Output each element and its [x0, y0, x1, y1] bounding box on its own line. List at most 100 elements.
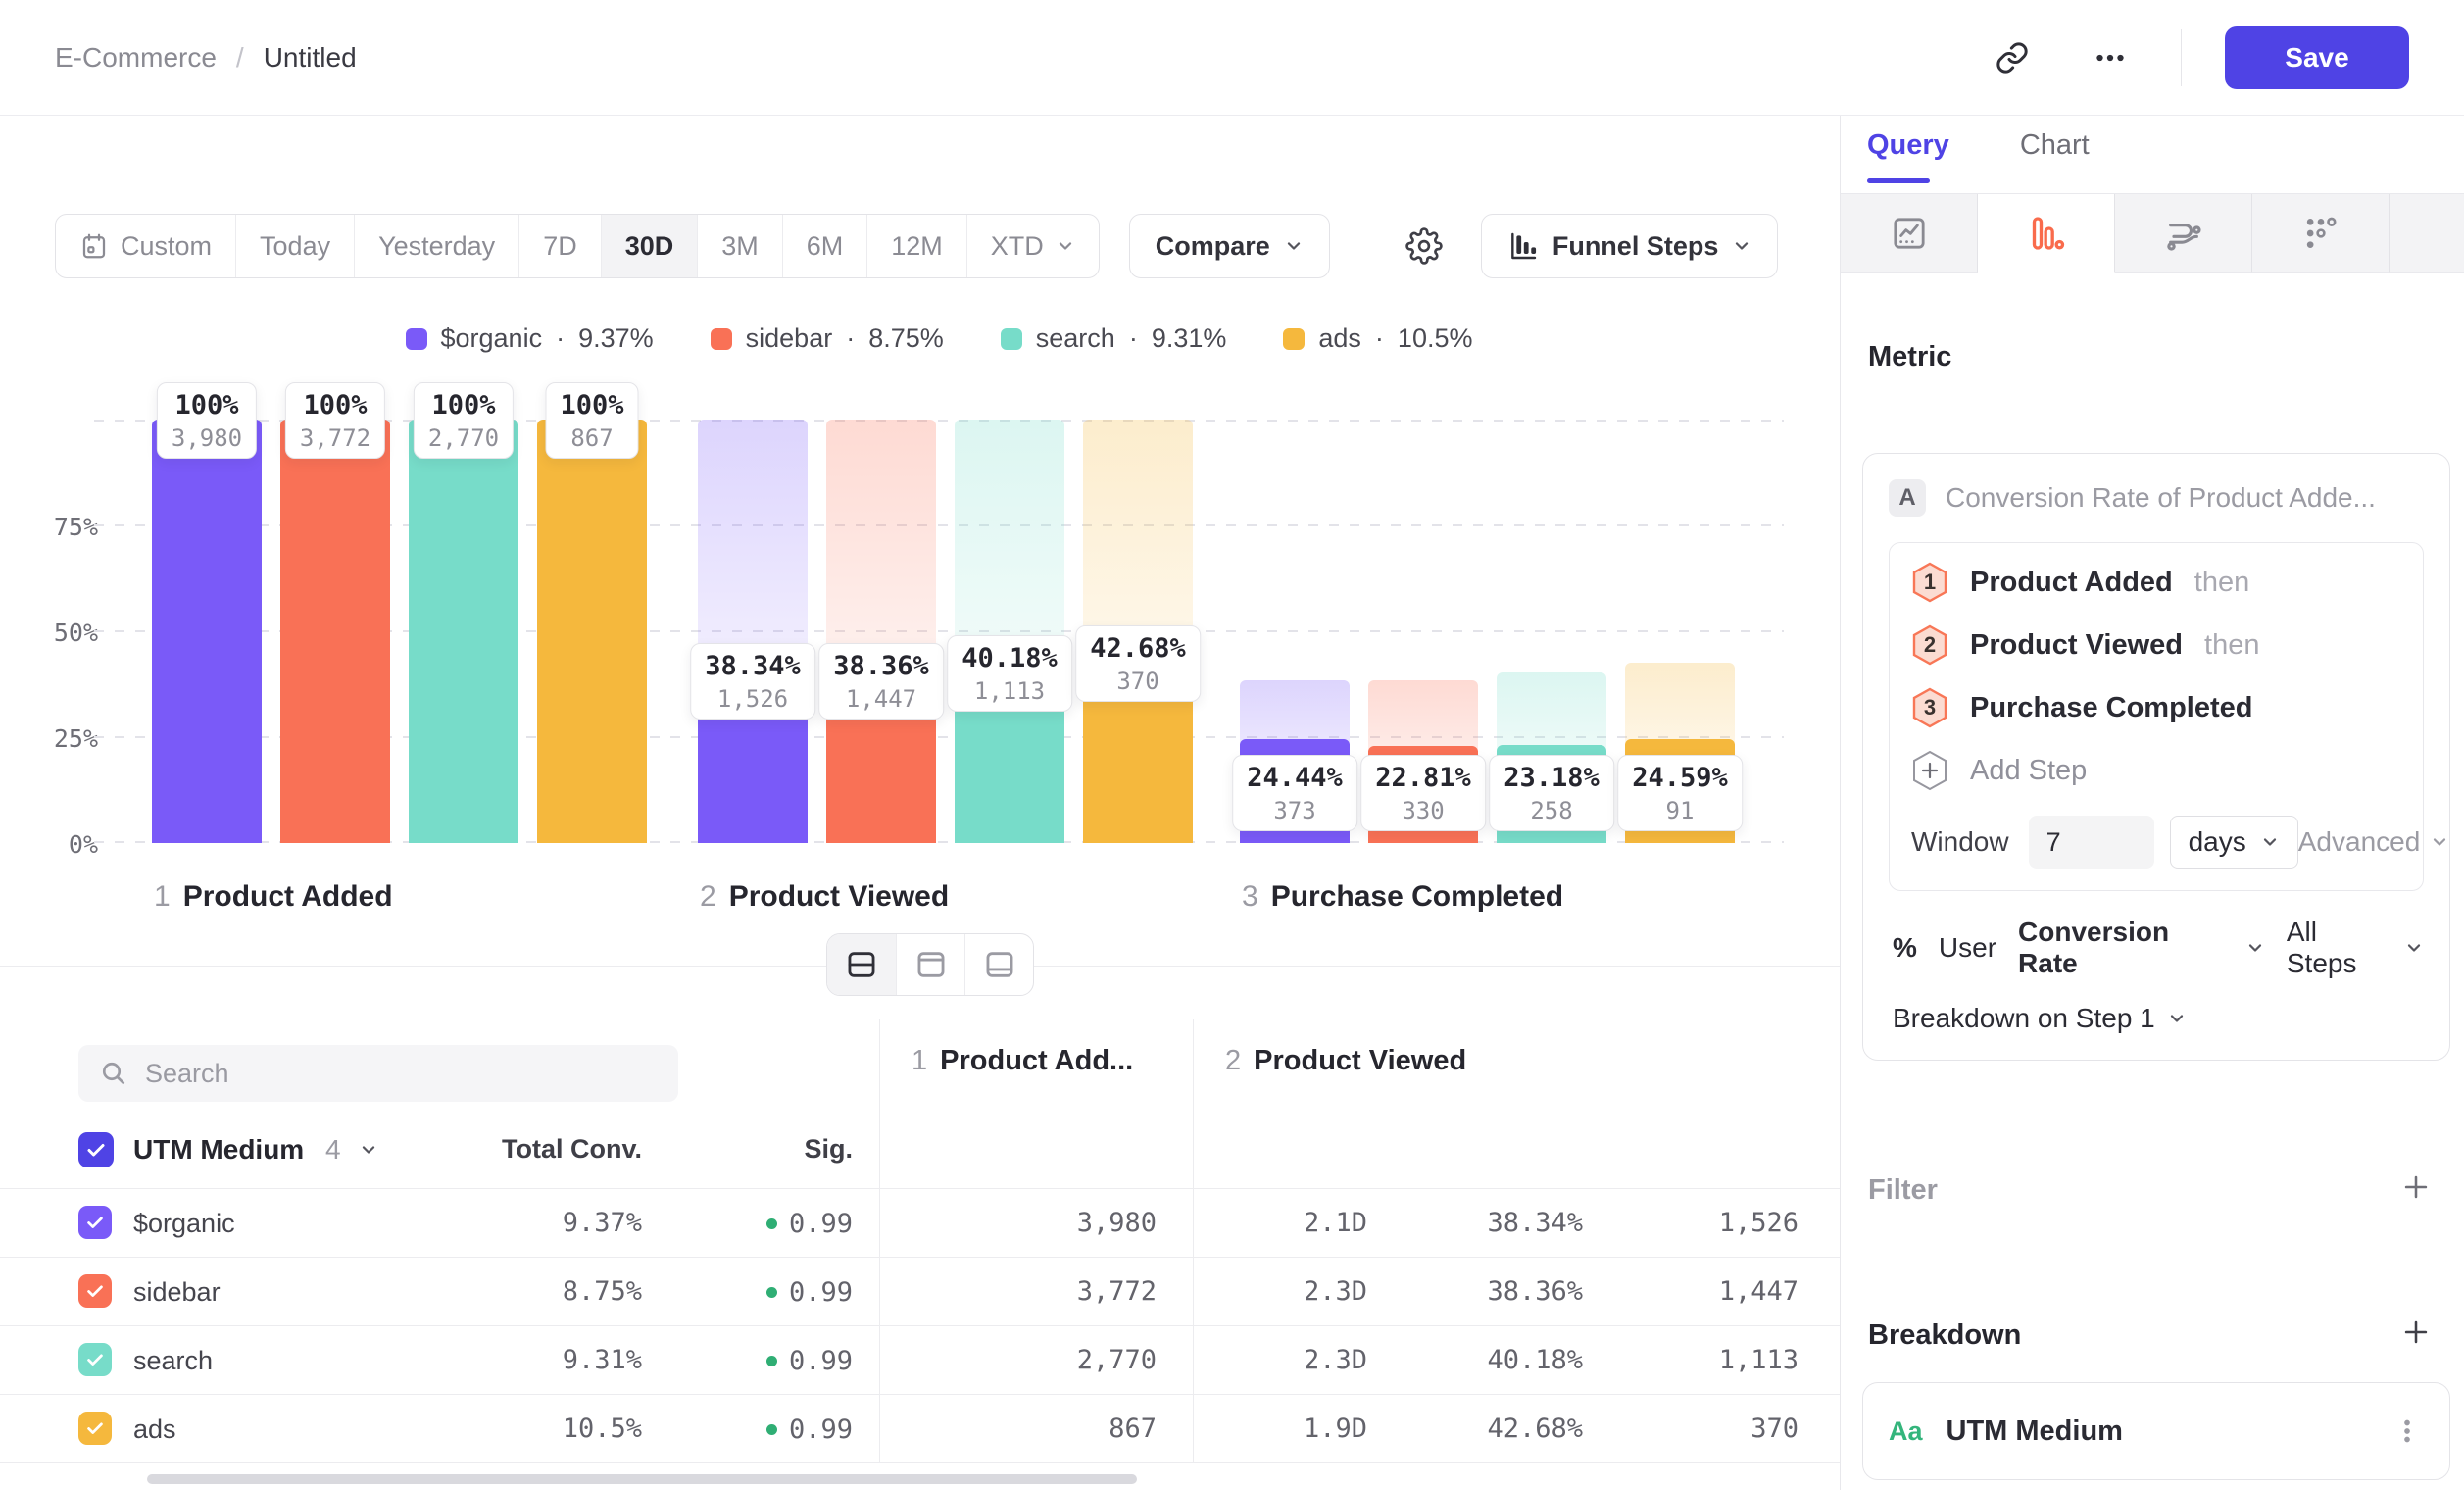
breakdown-section-heading: Breakdown — [1868, 1319, 2021, 1352]
funnel-step-group: 100%3,980100%3,772100%2,770100%867 — [152, 420, 647, 843]
metric-title-row[interactable]: A Conversion Rate of Product Adde... — [1889, 479, 2424, 517]
layout-chart-only-button[interactable] — [896, 934, 964, 995]
bar-value-label: 40.18%1,113 — [947, 635, 1072, 712]
chart-type-retention-tab[interactable] — [2252, 194, 2390, 273]
add-breakdown-button[interactable] — [2399, 1316, 2433, 1349]
metric-section-heading: Metric — [1868, 341, 1951, 373]
metric-type-dropdown[interactable]: Conversion Rate — [2018, 917, 2265, 979]
add-step-button[interactable]: Add Step — [1890, 739, 2423, 802]
total-conv-header[interactable]: Total Conv. — [446, 1134, 642, 1165]
breakdown-on-step-dropdown[interactable]: Breakdown on Step 1 — [1889, 1003, 2424, 1034]
row-checkbox[interactable] — [78, 1412, 112, 1445]
row-checkbox[interactable] — [78, 1343, 112, 1376]
chart-type-line-tab[interactable] — [1841, 194, 1978, 273]
steps-scope-dropdown[interactable]: All Steps — [2287, 917, 2424, 979]
kebab-menu-icon[interactable] — [2390, 1415, 2424, 1448]
range-today[interactable]: Today — [235, 215, 354, 277]
sig-header[interactable]: Sig. — [657, 1134, 853, 1165]
table-step2-column-header[interactable]: 2Product Viewed — [1225, 1045, 1466, 1077]
breakdown-column-header[interactable]: UTM Medium — [133, 1134, 304, 1166]
chevron-down-icon[interactable] — [359, 1140, 378, 1160]
bar-cell: 42.68%370 — [1083, 420, 1193, 843]
add-step-hexagon-icon — [1911, 750, 1948, 791]
total-conv-value: 8.75% — [446, 1258, 642, 1326]
range-6m[interactable]: 6M — [782, 215, 867, 277]
bar-value-label: 100%3,980 — [157, 382, 257, 459]
legend-item-search[interactable]: search·9.31% — [1001, 323, 1227, 354]
search-icon — [98, 1058, 129, 1089]
flow-chart-icon — [2164, 214, 2203, 253]
window-value-input[interactable] — [2029, 816, 2154, 869]
funnel-step-2[interactable]: 2 Product Viewed then — [1890, 614, 2423, 676]
sig-value: 0.99 — [789, 1415, 853, 1445]
top-header: E-Commerce / Untitled Save — [0, 0, 2464, 116]
funnel-bar-organic-step1[interactable] — [152, 420, 262, 843]
dots-grid-icon — [2301, 214, 2341, 253]
funnel-bar-search-step1[interactable] — [409, 420, 518, 843]
add-filter-button[interactable] — [2399, 1170, 2433, 1204]
range-xtd[interactable]: XTD — [966, 215, 1099, 277]
chevron-down-icon — [1056, 236, 1075, 256]
range-7d[interactable]: 7D — [518, 215, 601, 277]
bar-cell: 23.18%258 — [1497, 420, 1606, 843]
breadcrumb-project[interactable]: E-Commerce — [55, 42, 217, 74]
total-conv-value: 9.31% — [446, 1326, 642, 1395]
range-12m[interactable]: 12M — [866, 215, 966, 277]
range-yesterday[interactable]: Yesterday — [354, 215, 518, 277]
chevron-down-icon — [2430, 832, 2449, 852]
chevron-down-icon — [2260, 832, 2280, 852]
sig-value: 0.99 — [789, 1346, 853, 1376]
tab-query[interactable]: Query — [1867, 129, 1949, 183]
table-search — [78, 1045, 678, 1102]
bar-cell: 40.18%1,113 — [955, 420, 1064, 843]
chart-view-selector[interactable]: Funnel Steps — [1481, 214, 1779, 278]
more-menu-button[interactable] — [2083, 30, 2138, 85]
legend-item-sidebar[interactable]: sidebar·8.75% — [711, 323, 944, 354]
share-link-button[interactable] — [1985, 30, 2040, 85]
conversion-value: 42.68% — [1387, 1395, 1583, 1464]
layout-table-only-button[interactable] — [964, 934, 1033, 995]
total-conv-value: 10.5% — [446, 1395, 642, 1464]
chart-type-flow-tab[interactable] — [2115, 194, 2252, 273]
funnel-bar-ads-step1[interactable] — [537, 420, 647, 843]
chart-settings-button[interactable] — [1393, 214, 1455, 278]
legend-item-ads[interactable]: ads·10.5% — [1283, 323, 1472, 354]
bar-cell: 24.44%373 — [1240, 420, 1350, 843]
layout-split-button[interactable] — [827, 934, 896, 995]
compare-button[interactable]: Compare — [1129, 214, 1330, 278]
step1-count: 3,772 — [961, 1258, 1157, 1326]
range-custom[interactable]: Custom — [56, 215, 235, 277]
select-all-checkbox[interactable] — [78, 1132, 114, 1167]
breadcrumb-separator: / — [236, 42, 244, 74]
funnel-bar-sidebar-step1[interactable] — [280, 420, 390, 843]
table-row: ads 10.5% 0.99 867 1.9D 42.68% 370 — [0, 1394, 1840, 1463]
range-3m[interactable]: 3M — [697, 215, 782, 277]
breadcrumb-title[interactable]: Untitled — [264, 42, 357, 74]
entity-label[interactable]: User — [1939, 932, 1996, 964]
tab-chart[interactable]: Chart — [2020, 129, 2090, 183]
search-input[interactable] — [145, 1059, 659, 1089]
chevron-down-icon — [2245, 938, 2265, 958]
row-label: ads — [133, 1395, 176, 1464]
chevron-down-icon — [1732, 236, 1751, 256]
range-30d[interactable]: 30D — [601, 215, 698, 277]
x-axis-step-label: 2Product Viewed — [700, 880, 949, 914]
table-horizontal-scrollbar[interactable] — [147, 1474, 1137, 1484]
chart-type-funnel-tab[interactable] — [1978, 194, 2115, 273]
row-checkbox[interactable] — [78, 1274, 112, 1308]
breakdown-property-card[interactable]: Aa UTM Medium — [1862, 1382, 2450, 1480]
step2-count: 370 — [1602, 1395, 1799, 1464]
legend-item-organic[interactable]: $organic·9.37% — [406, 323, 654, 354]
link-icon — [1995, 40, 2030, 75]
funnel-step-3[interactable]: 3 Purchase Completed — [1890, 676, 2423, 739]
funnel-step-1[interactable]: 1 Product Added then — [1890, 551, 2423, 614]
table-step1-column-header[interactable]: 1Product Add... — [912, 1045, 1133, 1077]
significance-dot — [766, 1287, 777, 1298]
y-axis-tick: 50% — [29, 619, 98, 647]
save-button[interactable]: Save — [2225, 26, 2409, 89]
advanced-toggle[interactable]: Advanced — [2298, 826, 2450, 858]
row-checkbox[interactable] — [78, 1206, 112, 1239]
table-row: $organic 9.37% 0.99 3,980 2.1D 38.34% 1,… — [0, 1188, 1840, 1257]
funnel-steps-card: 1 Product Added then 2 Product Viewed th… — [1889, 542, 2424, 891]
window-unit-select[interactable]: days — [2170, 816, 2298, 869]
